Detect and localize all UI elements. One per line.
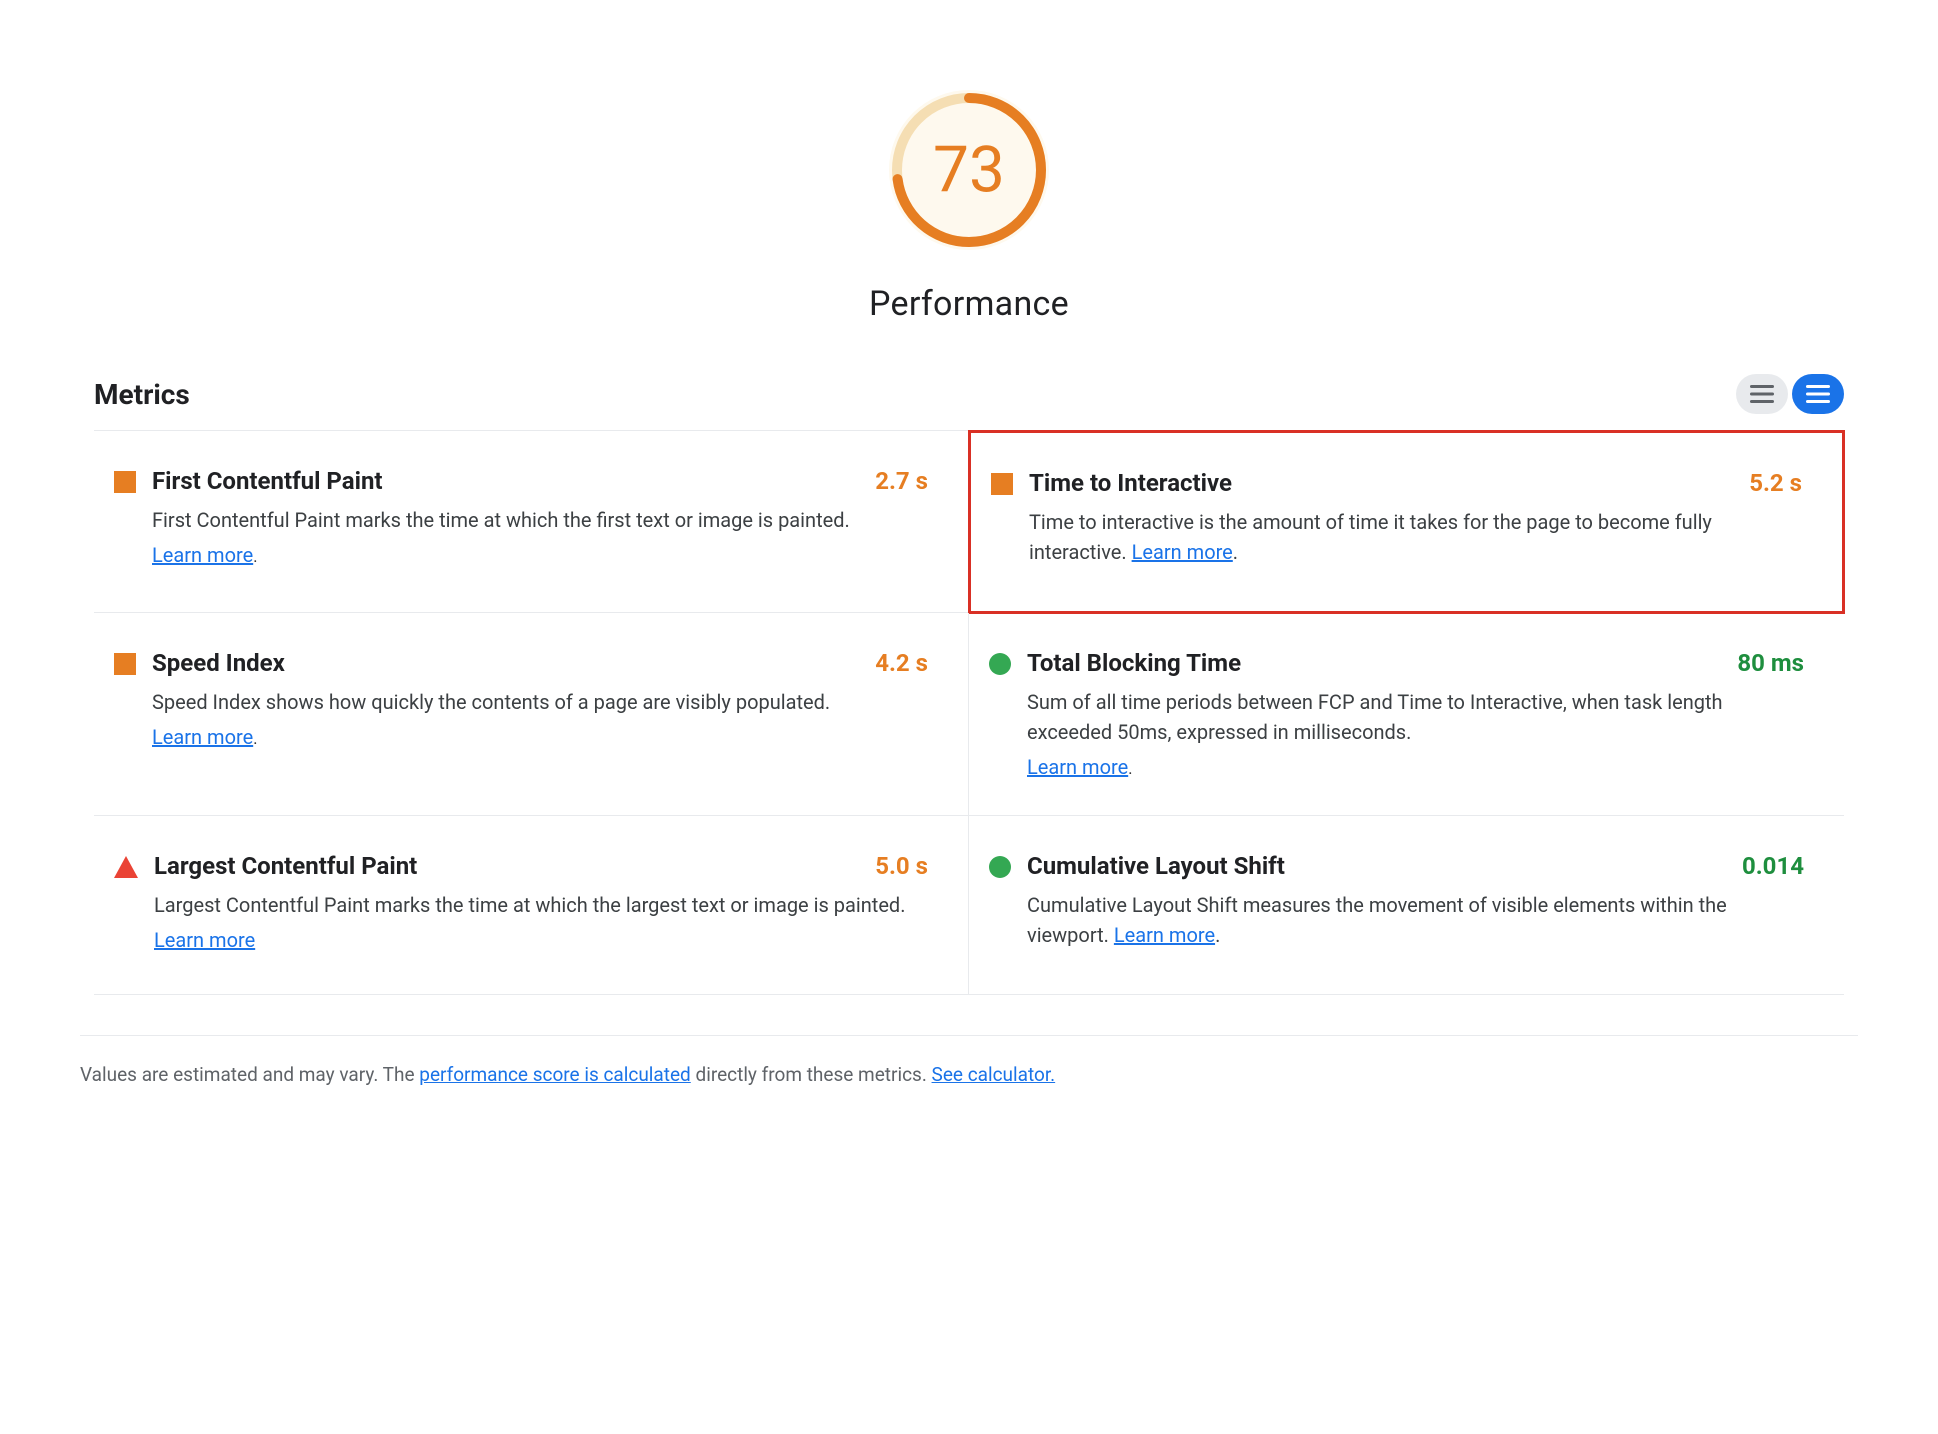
metric-lcp-content: Largest Contentful Paint 5.0 s Largest C… bbox=[154, 852, 928, 952]
footer-text-middle: directly from these metrics. bbox=[691, 1063, 932, 1086]
square-orange-icon bbox=[114, 471, 136, 497]
detail-view-button[interactable] bbox=[1792, 374, 1844, 414]
metric-cls-name: Cumulative Layout Shift bbox=[1027, 852, 1285, 880]
metrics-grid: First Contentful Paint 2.7 s First Conte… bbox=[94, 430, 1844, 995]
metric-tbt-content: Total Blocking Time 80 ms Sum of all tim… bbox=[1027, 649, 1804, 779]
square-orange-tti-icon bbox=[991, 473, 1013, 499]
metric-tti-learn-more[interactable]: Learn more bbox=[1132, 540, 1233, 564]
metric-fcp: First Contentful Paint 2.7 s First Conte… bbox=[94, 431, 969, 613]
footer-performance-score-link[interactable]: performance score is calculated bbox=[419, 1063, 690, 1086]
metric-tti-name: Time to Interactive bbox=[1029, 469, 1232, 497]
footer-text-before: Values are estimated and may vary. The bbox=[80, 1063, 419, 1086]
metric-tti-content: Time to Interactive 5.2 s Time to intera… bbox=[1029, 469, 1802, 575]
metric-si-value: 4.2 s bbox=[875, 649, 928, 677]
metric-tbt-value: 80 ms bbox=[1737, 649, 1804, 677]
score-section: 73 Performance bbox=[80, 40, 1858, 374]
performance-label: Performance bbox=[869, 284, 1069, 324]
metrics-section: Metrics bbox=[94, 374, 1844, 995]
metric-lcp-desc: Largest Contentful Paint marks the time … bbox=[154, 890, 928, 920]
metrics-header: Metrics bbox=[94, 374, 1844, 430]
metric-lcp-value: 5.0 s bbox=[875, 852, 928, 880]
metric-si-learn-more[interactable]: Learn more bbox=[152, 725, 253, 749]
metric-si-name: Speed Index bbox=[152, 649, 285, 677]
metric-tbt-name: Total Blocking Time bbox=[1027, 649, 1241, 677]
metric-cls-learn-more[interactable]: Learn more bbox=[1114, 923, 1215, 947]
circle-green-tbt-icon bbox=[989, 653, 1011, 679]
metric-cls-content: Cumulative Layout Shift 0.014 Cumulative… bbox=[1027, 852, 1804, 958]
circle-green-cls-icon bbox=[989, 856, 1011, 882]
metric-tbt-desc: Sum of all time periods between FCP and … bbox=[1027, 687, 1804, 747]
metric-cls-desc: Cumulative Layout Shift measures the mov… bbox=[1027, 890, 1804, 950]
metric-fcp-desc: First Contentful Paint marks the time at… bbox=[152, 505, 928, 535]
metric-tbt: Total Blocking Time 80 ms Sum of all tim… bbox=[969, 613, 1844, 816]
score-circle: 73 bbox=[879, 80, 1059, 260]
metric-tbt-learn-more[interactable]: Learn more bbox=[1027, 755, 1128, 779]
metric-fcp-learn-more[interactable]: Learn more bbox=[152, 543, 253, 567]
metric-si: Speed Index 4.2 s Speed Index shows how … bbox=[94, 613, 969, 816]
metric-tti-value: 5.2 s bbox=[1749, 469, 1802, 497]
metric-cls-value: 0.014 bbox=[1742, 852, 1804, 880]
metric-tti-desc: Time to interactive is the amount of tim… bbox=[1029, 507, 1802, 567]
list-view-button[interactable] bbox=[1736, 374, 1788, 414]
header-buttons bbox=[1736, 374, 1844, 414]
footer-note: Values are estimated and may vary. The p… bbox=[80, 1035, 1858, 1090]
metric-lcp-learn-more[interactable]: Learn more bbox=[154, 928, 255, 952]
metric-fcp-value: 2.7 s bbox=[875, 467, 928, 495]
triangle-red-lcp-icon bbox=[114, 856, 138, 882]
metric-si-content: Speed Index 4.2 s Speed Index shows how … bbox=[152, 649, 928, 749]
metric-cls: Cumulative Layout Shift 0.014 Cumulative… bbox=[969, 816, 1844, 995]
metric-tti: Time to Interactive 5.2 s Time to intera… bbox=[968, 430, 1845, 614]
metric-si-desc: Speed Index shows how quickly the conten… bbox=[152, 687, 928, 717]
footer-calculator-link[interactable]: See calculator. bbox=[932, 1063, 1056, 1086]
metric-lcp: Largest Contentful Paint 5.0 s Largest C… bbox=[94, 816, 969, 995]
score-value: 73 bbox=[933, 133, 1005, 208]
metric-lcp-name: Largest Contentful Paint bbox=[154, 852, 417, 880]
metric-fcp-content: First Contentful Paint 2.7 s First Conte… bbox=[152, 467, 928, 567]
square-orange-si-icon bbox=[114, 653, 136, 679]
metrics-title: Metrics bbox=[94, 378, 190, 411]
metric-fcp-name: First Contentful Paint bbox=[152, 467, 383, 495]
